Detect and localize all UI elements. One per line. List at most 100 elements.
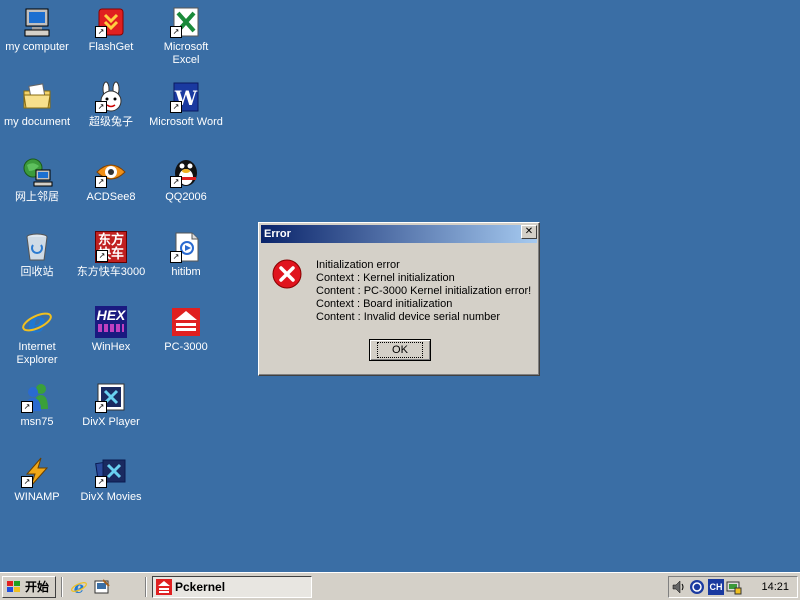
system-tray: CH 14:21 [668,576,798,598]
desktop-icon-label: PC-3000 [164,341,208,353]
computer-icon [21,6,53,38]
ok-button[interactable]: OK [369,339,431,361]
error-message: Initialization error Context : Kernel in… [316,259,531,324]
winhex-icon: HEX [95,306,127,338]
desktop-icon-acdsee8[interactable]: ↗ ACDSee8 [74,152,148,224]
desktop-icon-divx-movies[interactable]: ↗ DivX Movies [74,452,148,524]
divx-player-icon: ↗ [95,381,127,413]
shortcut-arrow-icon: ↗ [170,26,182,38]
desktop-icon-network[interactable]: 网上邻居 [0,152,74,224]
desktop-icon-internet-explorer[interactable]: e Internet Explorer [0,302,74,374]
desktop-icon-label: FlashGet [88,41,134,53]
desktop-icon-label: my computer [5,41,69,53]
shortcut-arrow-icon: ↗ [170,101,182,113]
shortcut-arrow-icon: ↗ [95,476,107,488]
desktop-icon-label: 网上邻居 [15,191,59,203]
taskbar: 开始 e Pckernel CH 14:21 [0,572,800,600]
error-line: Initialization error [316,259,400,271]
shortcut-arrow-icon: ↗ [21,401,33,413]
desktop-icon-label: QQ2006 [165,191,207,203]
error-line: Content : PC-3000 Kernel initialization … [316,285,532,297]
taskbar-separator [61,577,63,597]
desktop-icon-label: Internet Explorer [16,341,58,366]
quick-launch-show-desktop-icon[interactable] [93,578,111,596]
desktop-icon-label: DivX Player [82,416,140,428]
shortcut-arrow-icon: ↗ [96,250,108,262]
quick-launch-ie-icon[interactable]: e [70,578,88,596]
pc3000-icon [170,306,202,338]
windows-flag-icon [7,581,20,592]
desktop-icon-my-document[interactable]: my document [0,77,74,149]
desktop-icon-label: 超级兔子 [89,116,133,128]
network-status-icon[interactable] [689,579,705,595]
desktop: my computer my document 网上邻居 回收站 e Inter… [0,0,800,572]
taskbar-button-pckernel[interactable]: Pckernel [152,576,312,598]
clock: 14:21 [761,581,789,593]
desktop-icon-microsoft-excel[interactable]: ↗ Microsoft Excel [149,2,223,74]
shortcut-arrow-icon: ↗ [95,176,107,188]
language-indicator[interactable]: CH [708,579,724,595]
msn-messenger-icon: ↗ [21,381,53,413]
input-method-icon[interactable] [726,579,742,595]
desktop-icon-label: DivX Movies [80,491,142,503]
pc3000-icon [156,579,172,595]
desktop-icon-label: msn75 [20,416,54,428]
task-label: Pckernel [175,580,226,594]
volume-icon[interactable] [671,579,687,595]
internet-explorer-icon: e [21,306,53,338]
desktop-icon-label: 回收站 [20,266,54,278]
desktop-icon-hitibm[interactable]: ↗ hitibm [149,227,223,299]
desktop-icon-my-computer[interactable]: my computer [0,2,74,74]
recycle-bin-icon [21,231,53,263]
dongfang-kuaiche-icon: 东方快车 ↗ [95,231,127,263]
qq-penguin-icon: ↗ [170,156,202,188]
taskbar-separator [145,577,147,597]
desktop-icon-recycle-bin[interactable]: 回收站 [0,227,74,299]
desktop-icon-label: Microsoft Excel [163,41,209,66]
dialog-title: Error [264,228,291,240]
winamp-icon: ↗ [21,456,53,488]
error-line: Context : Board initialization [316,298,453,310]
shortcut-arrow-icon: ↗ [95,401,107,413]
desktop-icon-winamp[interactable]: ↗ WINAMP [0,452,74,524]
desktop-icon-super-rabbit[interactable]: ↗ 超级兔子 [74,77,148,149]
excel-icon: ↗ [170,6,202,38]
desktop-icon-msn75[interactable]: ↗ msn75 [0,377,74,449]
close-button[interactable]: ✕ [521,225,537,239]
desktop-icon-flashget[interactable]: ↗ FlashGet [74,2,148,74]
dialog-title-bar[interactable]: Error [261,225,537,243]
error-dialog: Error ✕ Initialization error Context : K… [258,222,540,376]
shortcut-arrow-icon: ↗ [21,476,33,488]
shortcut-arrow-icon: ↗ [170,176,182,188]
desktop-icon-label: ACDSee8 [86,191,136,203]
shortcut-arrow-icon: ↗ [95,26,107,38]
desktop-icon-label: my document [3,116,71,128]
desktop-icon-winhex[interactable]: HEX WinHex [74,302,148,374]
error-icon [271,258,303,290]
shortcut-arrow-icon: ↗ [170,251,182,263]
network-icon [21,156,53,188]
desktop-icon-label: hitibm [171,266,201,278]
hitibm-icon: ↗ [170,231,202,263]
desktop-icon-label: 东方快车3000 [76,266,146,278]
flashget-icon: ↗ [95,6,127,38]
desktop-icon-qq2006[interactable]: ↗ QQ2006 [149,152,223,224]
svg-text:e: e [74,578,84,596]
desktop-icon-dongfang-kuaiche[interactable]: 东方快车 ↗ 东方快车3000 [74,227,148,299]
desktop-icon-label: WINAMP [14,491,60,503]
divx-movies-icon: ↗ [95,456,127,488]
desktop-icon-label: WinHex [91,341,131,353]
desktop-icon-pc3000[interactable]: PC-3000 [149,302,223,374]
start-label: 开始 [25,580,50,594]
error-line: Content : Invalid device serial number [316,311,501,323]
start-button[interactable]: 开始 [2,576,56,598]
desktop-icon-divx-player[interactable]: ↗ DivX Player [74,377,148,449]
rabbit-icon: ↗ [95,81,127,113]
close-icon: ✕ [524,226,534,237]
shortcut-arrow-icon: ↗ [95,101,107,113]
folder-icon [21,81,53,113]
svg-text:e: e [28,306,46,338]
word-icon: W ↗ [170,81,202,113]
ok-button-label: OK [377,342,423,358]
desktop-icon-microsoft-word[interactable]: W ↗ Microsoft Word [149,77,223,149]
